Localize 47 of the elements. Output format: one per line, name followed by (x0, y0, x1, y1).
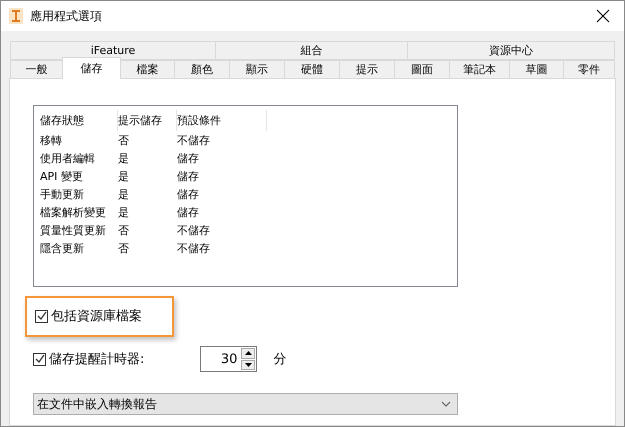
column-header[interactable]: 提示儲存 (118, 110, 177, 131)
chevron-down-icon (441, 401, 451, 407)
column-header[interactable]: 儲存狀態 (40, 110, 118, 131)
tab[interactable]: 零件 (563, 60, 615, 79)
table-cell-text: 儲存 (177, 150, 200, 166)
table-cell-text: 使用者編輯 (40, 150, 96, 166)
table-cell-text: 否 (118, 240, 130, 256)
include-library-checkbox[interactable]: 包括資源庫檔案 (35, 307, 142, 325)
table-cell-text: 質量性質更新 (40, 222, 107, 238)
tab[interactable]: iFeature (10, 41, 216, 60)
table-cell-text: API 變更 (40, 168, 84, 184)
table-cell-text: 是 (118, 204, 130, 220)
table-cell-text: 檔案解析變更 (40, 204, 107, 220)
table-cell-text: 儲存 (177, 204, 200, 220)
checkbox-label: 包括資源庫檔案 (51, 308, 142, 325)
reminder-checkbox[interactable]: 儲存提醒計時器: (33, 350, 144, 368)
table-cell-text: 不儲存 (177, 222, 211, 238)
close-icon (596, 9, 610, 23)
table-cell-text: 是 (118, 186, 130, 202)
spin-up-button[interactable] (241, 348, 256, 358)
table-cell-text: 移轉 (40, 132, 63, 148)
tab[interactable]: 儲存 (62, 57, 121, 79)
tab[interactable]: 組合 (215, 41, 408, 60)
table-cell-text: 儲存 (177, 186, 200, 202)
table-cell-text: 不儲存 (177, 132, 211, 148)
checkmark-icon (36, 311, 46, 321)
report-dropdown[interactable]: 在文件中嵌入轉換報告 (33, 393, 458, 415)
unit-label: 分 (273, 351, 286, 368)
window-title: 應用程式選項 (30, 8, 103, 24)
table-cell-text: 是 (118, 168, 130, 184)
table-cell-text: 否 (118, 222, 130, 238)
column-header[interactable]: 預設條件 (177, 110, 267, 131)
tab[interactable]: 資源中心 (407, 41, 615, 60)
minutes-spinner[interactable]: 30 (200, 346, 258, 372)
table-cell-text: 不儲存 (177, 240, 211, 256)
table-cell-text: 儲存 (177, 168, 200, 184)
up-triangle-icon (244, 351, 252, 356)
tab[interactable]: 一般 (10, 60, 63, 79)
table-cell-text: 否 (118, 132, 130, 148)
table-cell-text: 手動更新 (40, 186, 85, 202)
spin-down-button[interactable] (241, 360, 256, 370)
checkmark-icon (34, 354, 44, 364)
checkbox-label: 儲存提醒計時器: (49, 351, 144, 368)
down-triangle-icon (244, 362, 252, 367)
app-logo-icon (9, 8, 23, 24)
table-cell-text: 是 (118, 150, 130, 166)
table-cell-text: 隱含更新 (40, 240, 85, 256)
